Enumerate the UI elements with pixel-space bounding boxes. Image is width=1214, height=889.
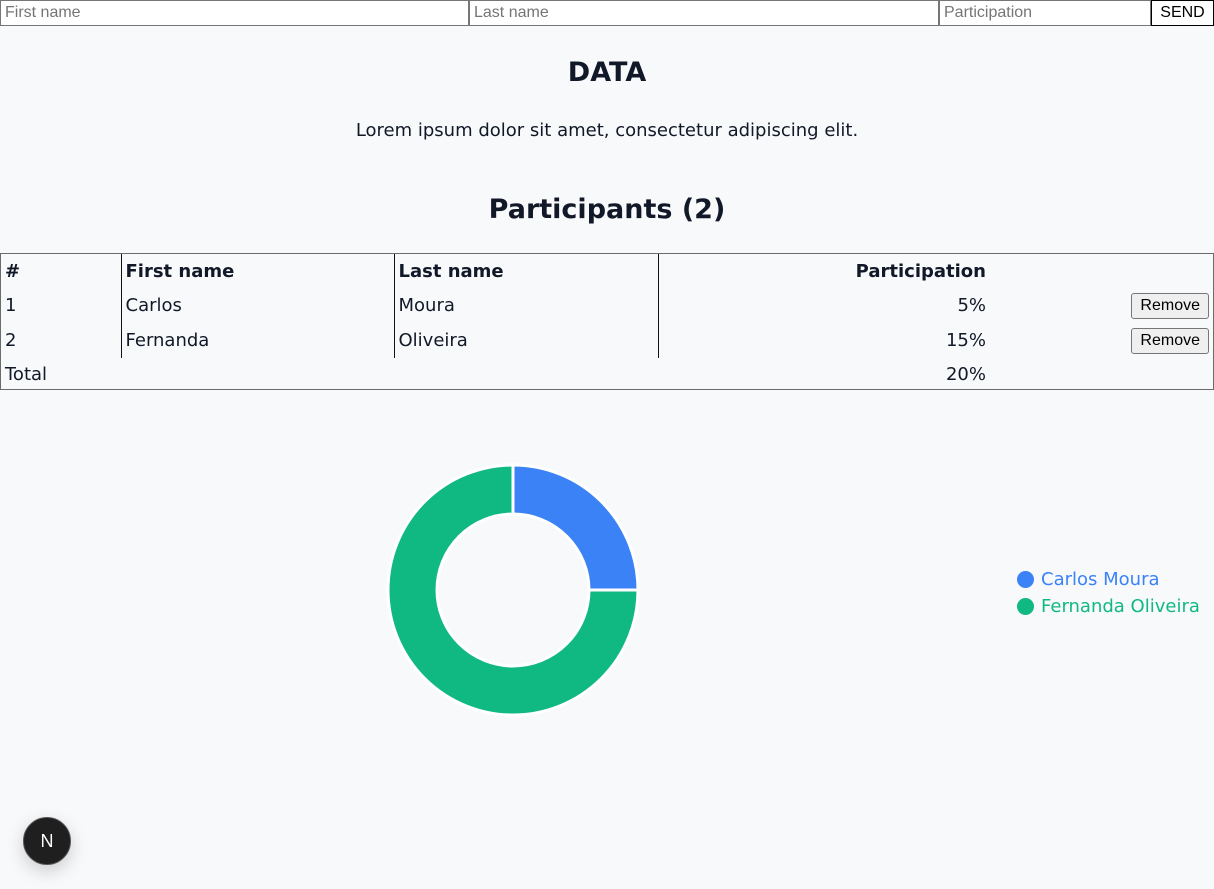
first-name-input[interactable] xyxy=(0,0,469,26)
page-title: DATA xyxy=(567,57,647,88)
donut-slice-carlos-moura[interactable] xyxy=(511,463,640,592)
legend-item: Fernanda Oliveira xyxy=(1017,593,1200,620)
total-value: 20% xyxy=(945,363,986,385)
row-participation: 15% xyxy=(945,330,986,351)
legend-label: Carlos Moura xyxy=(1041,569,1160,590)
remove-button[interactable]: Remove xyxy=(1131,327,1209,354)
legend-item: Carlos Moura xyxy=(1017,566,1200,593)
page-description: Lorem ipsum dolor sit amet, consectetur … xyxy=(355,120,859,141)
table-header-row: # First name Last name Participation xyxy=(1,254,1213,288)
row-index: 2 xyxy=(1,323,122,358)
row-first-name: Fernanda xyxy=(121,323,395,358)
row-actions: Remove xyxy=(990,288,1213,323)
row-actions: Remove xyxy=(990,323,1213,358)
participation-input[interactable] xyxy=(939,0,1151,26)
row-first-name: Carlos xyxy=(121,288,395,323)
total-label: Total xyxy=(5,363,48,385)
column-header-participation: Participation xyxy=(855,260,986,282)
last-name-input[interactable] xyxy=(469,0,939,26)
row-participation: 5% xyxy=(957,295,986,316)
row-last-name: Moura xyxy=(394,288,659,323)
row-index: 1 xyxy=(1,288,122,323)
table-row: 1 Carlos Moura 5% Remove xyxy=(1,288,1213,323)
nextjs-logo-icon: N xyxy=(40,830,54,851)
participants-heading: Participants (2) xyxy=(488,194,726,225)
column-header-last-name: Last name xyxy=(394,254,659,288)
column-header-actions xyxy=(990,254,1213,288)
table-total-row: Total 20% xyxy=(1,358,1213,390)
legend-swatch-icon xyxy=(1017,598,1034,615)
participants-table: # First name Last name Participation 1 C… xyxy=(0,253,1214,390)
send-button[interactable]: SEND xyxy=(1151,0,1214,26)
legend-swatch-icon xyxy=(1017,571,1034,588)
table-row: 2 Fernanda Oliveira 15% Remove xyxy=(1,323,1213,358)
legend-label: Fernanda Oliveira xyxy=(1041,596,1200,617)
remove-button[interactable]: Remove xyxy=(1131,292,1209,319)
row-last-name: Oliveira xyxy=(394,323,659,358)
column-header-index: # xyxy=(1,254,122,288)
nextjs-dev-badge[interactable]: N xyxy=(23,817,71,865)
add-participant-form: SEND xyxy=(0,0,1214,26)
participation-donut-chart xyxy=(386,463,640,717)
column-header-first-name: First name xyxy=(121,254,395,288)
chart-legend: Carlos Moura Fernanda Oliveira xyxy=(1017,566,1200,620)
